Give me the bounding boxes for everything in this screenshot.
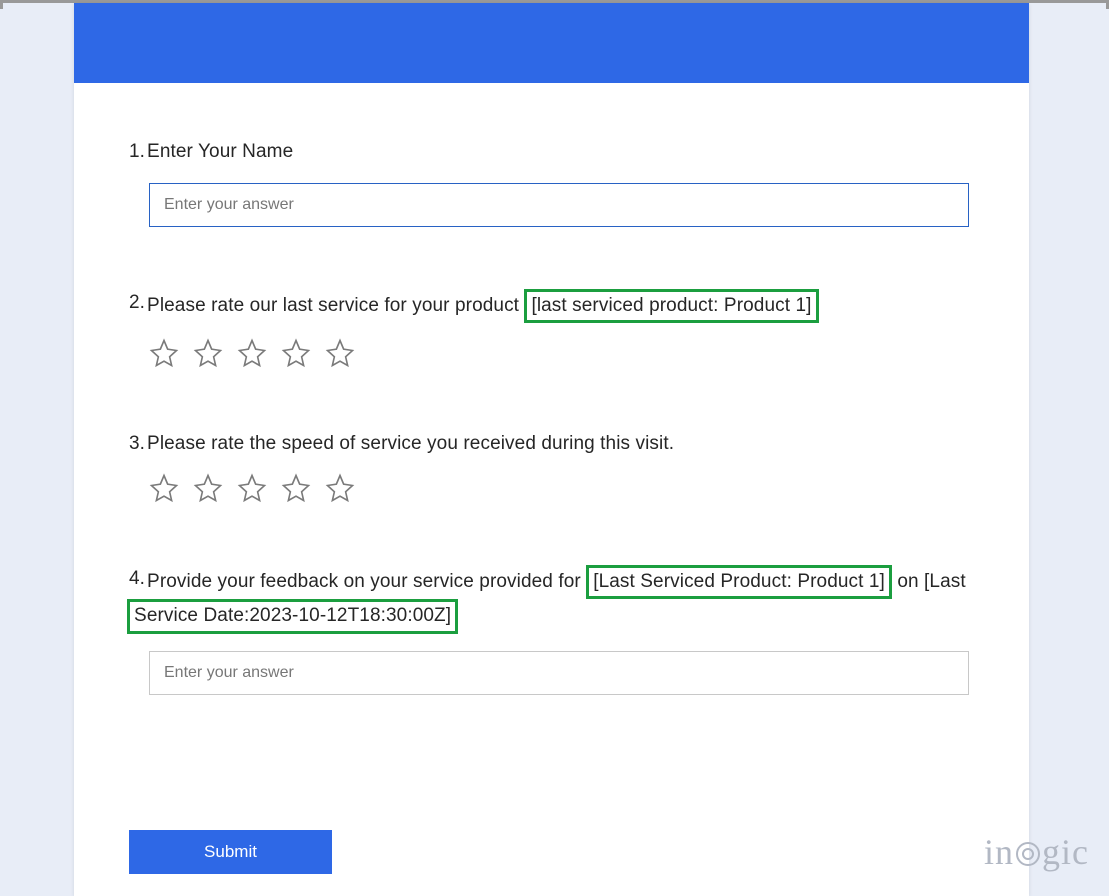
question-4: 4. Provide your feedback on your service… (129, 565, 974, 695)
question-3: 3. Please rate the speed of service you … (129, 430, 974, 503)
q4-input[interactable] (149, 651, 969, 695)
watermark-logo: in gic (984, 831, 1089, 873)
star-icon[interactable] (281, 473, 311, 503)
form-header (74, 3, 1029, 83)
q1-text: Enter Your Name (147, 138, 974, 166)
star-icon[interactable] (325, 473, 355, 503)
star-icon[interactable] (193, 473, 223, 503)
watermark-part1: in (984, 831, 1014, 873)
q4-text-mid: on [Last (897, 571, 965, 592)
target-icon (1016, 842, 1040, 866)
form-body: 1. Enter Your Name 2. Please rate our la… (74, 83, 1029, 695)
q2-text-before: Please rate our last service for your pr… (147, 295, 524, 316)
star-icon[interactable] (325, 338, 355, 368)
star-icon[interactable] (149, 338, 179, 368)
watermark-part2: gic (1042, 831, 1089, 873)
star-icon[interactable] (149, 473, 179, 503)
q4-number: 4. (129, 565, 145, 593)
q2-number: 2. (129, 289, 145, 317)
q1-input[interactable] (149, 183, 969, 227)
q4-text-before: Provide your feedback on your service pr… (147, 571, 581, 592)
star-icon[interactable] (281, 338, 311, 368)
q4-highlight-2: Service Date:2023-10-12T18:30:00Z] (127, 599, 458, 634)
star-icon[interactable] (193, 338, 223, 368)
q1-number: 1. (129, 138, 145, 166)
q3-text: Please rate the speed of service you rec… (147, 430, 974, 458)
q3-number: 3. (129, 430, 145, 458)
q2-stars (149, 338, 974, 368)
star-icon[interactable] (237, 473, 267, 503)
question-1: 1. Enter Your Name (129, 138, 974, 227)
question-2: 2. Please rate our last service for your… (129, 289, 974, 369)
star-icon[interactable] (237, 338, 267, 368)
form-card: 1. Enter Your Name 2. Please rate our la… (74, 3, 1029, 896)
q4-highlight-1: [Last Serviced Product: Product 1] (586, 565, 892, 600)
submit-button[interactable]: Submit (129, 830, 332, 874)
q2-highlight: [last serviced product: Product 1] (524, 289, 818, 324)
q3-stars (149, 473, 974, 503)
